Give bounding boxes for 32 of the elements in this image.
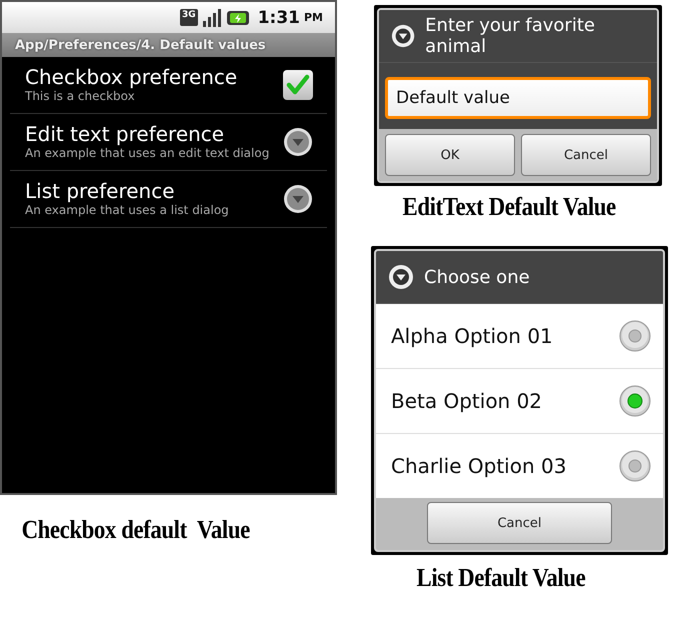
clock-time: 1:31 <box>258 8 300 28</box>
option-label[interactable]: Charlie Option 03 <box>391 454 619 478</box>
preference-item[interactable]: List preference An example that uses a list dialog <box>10 171 327 228</box>
option-label[interactable]: Beta Option 02 <box>391 389 619 413</box>
dialog-title: Enter your favorite animal <box>425 15 596 57</box>
preference-title: Edit text preference <box>25 122 226 146</box>
preference-title: Checkbox preference <box>25 65 238 89</box>
preference-item[interactable]: Edit text preference An example that uses an edit text dialog <box>10 114 327 171</box>
radio-button[interactable] <box>619 385 651 417</box>
radio-button[interactable] <box>619 320 651 352</box>
title-bar-text: App/Preferences/4. Default values <box>15 38 266 52</box>
preference-item[interactable]: Checkbox preference This is a checkbox <box>10 57 327 114</box>
preference-title: List preference <box>25 179 176 203</box>
caption: EditText Default Value <box>402 192 616 222</box>
dialog-button[interactable]: Cancel <box>521 134 651 176</box>
dialog-title: Choose one <box>424 266 530 288</box>
clock-period: PM <box>304 11 323 24</box>
caption: List Default Value <box>416 563 586 593</box>
input-field[interactable]: Default value <box>385 77 651 119</box>
preference-summary: An example that uses an edit text dialog <box>25 146 270 161</box>
option-label[interactable]: Alpha Option 01 <box>391 324 619 348</box>
dialog-button[interactable]: Cancel <box>427 502 612 544</box>
radio-button[interactable] <box>619 450 651 482</box>
check-icon <box>286 72 310 96</box>
preference-summary: This is a checkbox <box>25 89 136 104</box>
signal-icon <box>202 8 222 26</box>
caption: Checkbox default Value <box>22 515 250 545</box>
preference-summary: An example that uses a list dialog <box>25 203 230 218</box>
checkbox[interactable] <box>283 70 313 100</box>
dialog-button[interactable]: OK <box>385 134 515 176</box>
battery-icon <box>226 8 250 26</box>
network-indicator: 3G <box>180 9 198 26</box>
